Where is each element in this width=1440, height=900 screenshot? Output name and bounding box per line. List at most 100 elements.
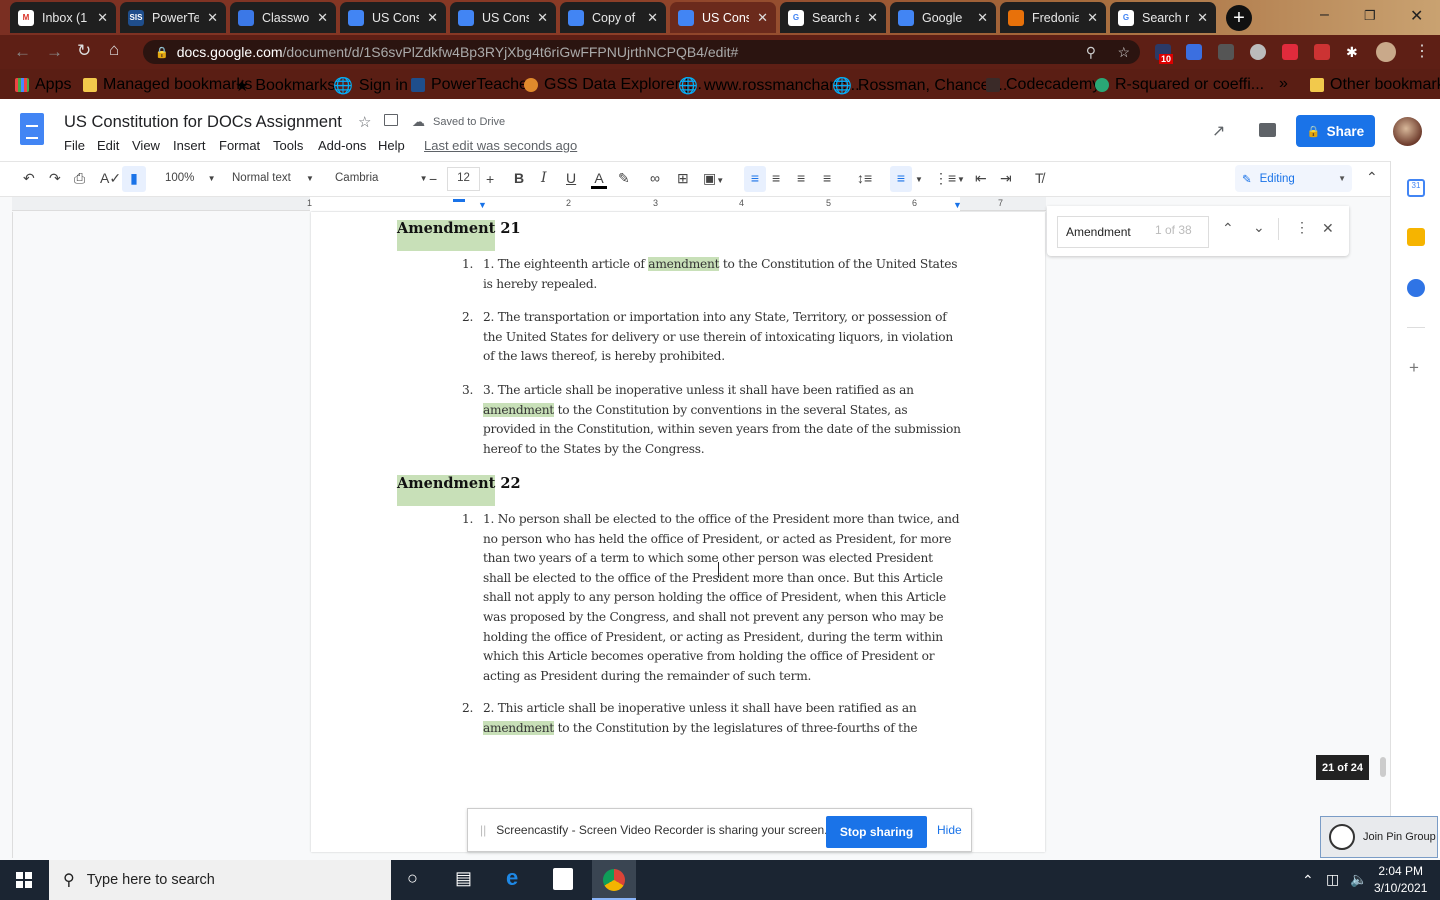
first-line-indent-marker[interactable] [453,199,465,202]
add-addon-icon[interactable]: + [1409,358,1419,378]
paint-format-icon[interactable]: ▮ [122,166,146,192]
text-color-icon[interactable]: A [591,170,607,189]
task-view-icon[interactable]: ▤ [455,868,472,889]
increase-font-size-button[interactable]: + [486,171,494,187]
close-tab-icon[interactable]: ✕ [427,10,438,26]
menu-edit[interactable]: Edit [97,138,119,153]
network-icon[interactable]: ◫ [1326,871,1339,888]
minimize-button[interactable]: – [1320,6,1329,24]
close-tab-icon[interactable]: ✕ [317,10,328,26]
bulleted-list-icon[interactable]: ⋮≡ [934,170,956,187]
insert-image-icon[interactable]: ▣▼ [703,170,724,187]
previous-match-icon[interactable]: ⌃ [1222,220,1234,237]
last-edit-link[interactable]: Last edit was seconds ago [424,138,577,153]
menu-format[interactable]: Format [219,138,260,153]
close-tab-icon[interactable]: ✕ [867,10,878,26]
share-button[interactable]: 🔒 Share [1296,115,1375,147]
docs-logo-icon[interactable] [20,113,44,145]
extension-icon[interactable] [1218,44,1234,60]
browser-tab[interactable]: Google ✕ [890,2,996,33]
browser-tab[interactable]: G Search r ✕ [1110,2,1216,33]
more-bookmarks-button[interactable]: » [1279,75,1288,93]
left-indent-marker[interactable]: ▼ [478,200,487,210]
hide-button[interactable]: Hide [937,823,962,837]
back-button[interactable]: ← [14,42,31,62]
reload-button[interactable]: ↻ [77,41,91,61]
extensions-puzzle-icon[interactable]: ✱ [1346,44,1362,60]
taskbar-search-box[interactable]: ⚲ Type here to search [49,860,391,900]
zoom-icon[interactable]: ⚲ [1086,44,1096,61]
drag-handle-icon[interactable]: || [480,823,486,837]
move-folder-icon[interactable] [384,114,398,126]
italic-icon[interactable]: I [541,170,547,186]
stop-sharing-button[interactable]: Stop sharing [826,816,927,848]
menu-addons[interactable]: Add-ons [318,138,366,153]
close-find-icon[interactable]: ✕ [1322,220,1334,237]
join-pin-group-button[interactable]: Join Pin Group [1320,816,1438,858]
browser-tab[interactable]: Copy of ✕ [560,2,666,33]
decrease-indent-icon[interactable]: ⇤ [975,170,987,187]
address-bar[interactable]: 🔒 docs.google.com/document/d/1S6svPlZdkf… [143,40,1140,64]
underline-icon[interactable]: U [566,170,576,186]
calendar-icon[interactable]: 31 [1407,179,1425,197]
zoom-select[interactable]: 100% ▼ [165,172,216,184]
chrome-taskbar-button[interactable] [592,860,636,900]
editing-mode-select[interactable]: ✎ Editing ▼ [1235,165,1352,192]
volume-icon[interactable]: 🔈 [1350,871,1367,888]
chevron-down-icon[interactable]: ▼ [957,175,965,184]
chevron-down-icon[interactable]: ▼ [915,175,923,184]
browser-tab[interactable]: G Search a ✕ [780,2,886,33]
forward-button[interactable]: → [46,42,63,62]
edge-icon[interactable]: e [506,865,518,891]
bookmark-powerteacher[interactable]: PowerTeacher [411,76,533,94]
other-bookmarks[interactable]: Other bookmarks [1310,76,1440,94]
bookmark-codecademy[interactable]: Codecademy [986,76,1100,94]
star-icon[interactable]: ☆ [358,113,371,131]
undo-icon[interactable]: ↶ [23,170,35,187]
scrollbar-thumb[interactable] [1380,757,1386,777]
close-tab-icon[interactable]: ✕ [647,10,658,26]
increase-indent-icon[interactable]: ⇥ [1000,170,1012,187]
highlight-color-icon[interactable]: ✎ [618,170,630,187]
browser-tab[interactable]: US Cons ✕ [450,2,556,33]
extension-icon[interactable] [1186,44,1202,60]
bookmark-managed[interactable]: Managed bookmarks [83,76,252,94]
show-hidden-icons[interactable]: ⌃ [1302,872,1314,889]
browser-tab[interactable]: SIS PowerTe ✕ [120,2,226,33]
bold-icon[interactable]: B [514,170,524,186]
align-left-icon[interactable]: ≡ [744,166,766,192]
bookmark-apps[interactable]: Apps [15,76,71,94]
browser-tab[interactable]: US Cons ✕ [670,2,776,33]
cloud-saved-icon[interactable]: ☁ [412,114,425,130]
menu-file[interactable]: File [64,138,85,153]
font-select[interactable]: Cambria ▼ [335,172,428,184]
close-tab-icon[interactable]: ✕ [207,10,218,26]
new-tab-button[interactable]: + [1226,5,1252,31]
spellcheck-icon[interactable]: A✓ [100,170,121,187]
comments-icon[interactable] [1259,123,1276,137]
bookmark-gss[interactable]: GSS Data Explorer |... [524,76,702,94]
account-avatar[interactable] [1393,117,1422,146]
insert-comment-icon[interactable]: ⊞ [677,170,689,187]
store-icon[interactable] [553,868,573,890]
print-icon[interactable]: ⎙ [74,170,85,187]
close-tab-icon[interactable]: ✕ [977,10,988,26]
extension-icon[interactable] [1282,44,1298,60]
windows-start-icon[interactable] [16,872,32,888]
system-clock[interactable]: 2:04 PM 3/10/2021 [1374,863,1427,897]
browser-tab[interactable]: US Cons ✕ [340,2,446,33]
more-options-icon[interactable]: ⋮ [1295,219,1309,236]
bookmark-bookmarks[interactable]: ★ Bookmarks [235,76,335,96]
cortana-icon[interactable]: ○ [407,868,418,889]
menu-help[interactable]: Help [378,138,405,153]
close-tab-icon[interactable]: ✕ [1087,10,1098,26]
browser-tab[interactable]: Classwo ✕ [230,2,336,33]
keep-icon[interactable] [1407,228,1425,246]
style-select[interactable]: Normal text ▼ [232,172,314,184]
font-size-input[interactable]: 12 [447,167,480,191]
extension-icon[interactable] [1250,44,1266,60]
close-tab-icon[interactable]: ✕ [537,10,548,26]
menu-tools[interactable]: Tools [273,138,303,153]
align-right-icon[interactable]: ≡ [797,170,805,186]
bookmark-rossman[interactable]: 🌐 Rossman, Chance:... [832,76,1007,96]
